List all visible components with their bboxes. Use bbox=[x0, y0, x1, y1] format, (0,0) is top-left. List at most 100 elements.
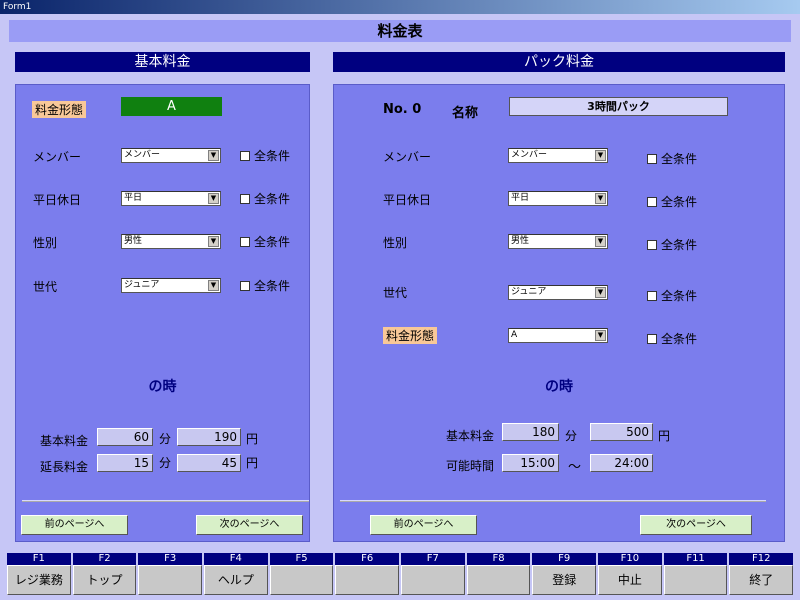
checkbox-icon[interactable] bbox=[647, 333, 657, 344]
pack-next-page-button[interactable]: 次のページへ bbox=[640, 515, 752, 535]
basic-member-all-checkbox[interactable]: 全条件 bbox=[240, 147, 290, 164]
fkey-f11-button[interactable] bbox=[663, 565, 728, 595]
pack-fee-yen-unit: 円 bbox=[658, 429, 671, 443]
page-title: 料金表 bbox=[9, 20, 791, 42]
pack-prev-page-button[interactable]: 前のページへ bbox=[370, 515, 477, 535]
pack-fee-minutes[interactable]: 180 bbox=[502, 423, 559, 441]
fkey-f11[interactable]: F11 bbox=[663, 553, 728, 598]
dropdown-arrow-icon[interactable]: ▼ bbox=[208, 150, 219, 161]
fkey-f4[interactable]: F4 ヘルプ bbox=[204, 553, 268, 598]
pack-gender-select[interactable]: 男性 ▼ bbox=[508, 234, 608, 249]
fkey-f1-button[interactable]: レジ業務 bbox=[7, 565, 71, 595]
fkey-f12[interactable]: F12 終了 bbox=[729, 553, 794, 598]
pack-pricing-type-select-value: A bbox=[511, 330, 518, 340]
pack-name-label: 名称 bbox=[452, 106, 479, 121]
basic-weekday-all-checkbox[interactable]: 全条件 bbox=[240, 190, 290, 207]
basic-fee-minutes[interactable]: 60 bbox=[97, 428, 153, 446]
dropdown-arrow-icon[interactable]: ▼ bbox=[595, 236, 606, 247]
dropdown-arrow-icon[interactable]: ▼ bbox=[595, 330, 606, 341]
basic-fee-header: 基本料金 bbox=[15, 52, 310, 72]
basic-ext-minutes[interactable]: 15 bbox=[97, 454, 153, 472]
fkey-f2-button[interactable]: トップ bbox=[72, 565, 137, 595]
fkey-f2[interactable]: F2 トップ bbox=[72, 553, 137, 598]
pack-fee-label: 基本料金 bbox=[446, 429, 495, 443]
basic-gender-select-value: 男性 bbox=[124, 236, 143, 246]
basic-generation-select-value: ジュニア bbox=[124, 280, 160, 290]
pack-time-from[interactable]: 15:00 bbox=[502, 454, 559, 472]
pack-weekday-select[interactable]: 平日 ▼ bbox=[508, 191, 608, 206]
pack-member-select[interactable]: メンバー ▼ bbox=[508, 148, 608, 163]
pack-generation-select[interactable]: ジュニア ▼ bbox=[508, 285, 608, 300]
basic-ext-yen[interactable]: 45 bbox=[177, 454, 241, 472]
pack-member-all-checkbox[interactable]: 全条件 bbox=[647, 150, 697, 167]
basic-fee-label: 基本料金 bbox=[40, 434, 89, 448]
checkbox-icon[interactable] bbox=[240, 280, 250, 291]
basic-weekday-select[interactable]: 平日 ▼ bbox=[121, 191, 221, 206]
pack-pricing-type-select[interactable]: A ▼ bbox=[508, 328, 608, 343]
fkey-f8-button[interactable] bbox=[466, 565, 531, 595]
fkey-f11-key: F11 bbox=[663, 553, 728, 565]
basic-ext-yen-unit: 円 bbox=[246, 456, 259, 470]
fkey-f10-key: F10 bbox=[598, 553, 662, 565]
dropdown-arrow-icon[interactable]: ▼ bbox=[208, 193, 219, 204]
dropdown-arrow-icon[interactable]: ▼ bbox=[595, 150, 606, 161]
basic-next-page-button[interactable]: 次のページへ bbox=[196, 515, 303, 535]
fkey-f10[interactable]: F10 中止 bbox=[598, 553, 662, 598]
fkey-f1[interactable]: F1 レジ業務 bbox=[7, 553, 71, 598]
pack-name-value[interactable]: 3時間パック bbox=[509, 97, 728, 116]
checkbox-icon[interactable] bbox=[240, 236, 250, 247]
fkey-f7[interactable]: F7 bbox=[401, 553, 465, 598]
basic-divider bbox=[22, 500, 309, 502]
pack-weekday-all-checkbox[interactable]: 全条件 bbox=[647, 193, 697, 210]
checkbox-icon[interactable] bbox=[647, 239, 657, 250]
pack-time-to[interactable]: 24:00 bbox=[590, 454, 653, 472]
fkey-f12-button[interactable]: 終了 bbox=[729, 565, 794, 595]
pack-fee-header: パック料金 bbox=[333, 52, 785, 72]
basic-weekday-all-label: 全条件 bbox=[254, 192, 291, 206]
dropdown-arrow-icon[interactable]: ▼ bbox=[595, 287, 606, 298]
checkbox-icon[interactable] bbox=[647, 153, 657, 164]
basic-gender-all-checkbox[interactable]: 全条件 bbox=[240, 233, 290, 250]
fkey-f7-button[interactable] bbox=[401, 565, 465, 595]
checkbox-icon[interactable] bbox=[240, 150, 250, 161]
fkey-f10-button[interactable]: 中止 bbox=[598, 565, 662, 595]
pack-gender-all-checkbox[interactable]: 全条件 bbox=[647, 236, 697, 253]
pack-time-label: 可能時間 bbox=[446, 459, 495, 473]
checkbox-icon[interactable] bbox=[240, 193, 250, 204]
fkey-f9[interactable]: F9 登録 bbox=[532, 553, 597, 598]
basic-when-label: の時 bbox=[148, 379, 177, 395]
pack-no-label: No. 0 bbox=[383, 102, 422, 117]
fkey-f3-button[interactable] bbox=[138, 565, 203, 595]
basic-gender-select[interactable]: 男性 ▼ bbox=[121, 234, 221, 249]
fkey-f4-button[interactable]: ヘルプ bbox=[204, 565, 268, 595]
dropdown-arrow-icon[interactable]: ▼ bbox=[208, 236, 219, 247]
pack-member-select-value: メンバー bbox=[511, 150, 548, 160]
basic-prev-page-button[interactable]: 前のページへ bbox=[21, 515, 128, 535]
pack-pricing-type-label: 料金形態 bbox=[383, 327, 438, 344]
pack-pricing-type-all-checkbox[interactable]: 全条件 bbox=[647, 330, 697, 347]
fkey-f6-button[interactable] bbox=[335, 565, 400, 595]
fkey-f5[interactable]: F5 bbox=[269, 553, 334, 598]
fkey-f9-button[interactable]: 登録 bbox=[532, 565, 597, 595]
checkbox-icon[interactable] bbox=[647, 196, 657, 207]
pack-generation-all-checkbox[interactable]: 全条件 bbox=[647, 287, 697, 304]
pack-fee-minutes-unit: 分 bbox=[565, 429, 578, 443]
fkey-f3[interactable]: F3 bbox=[138, 553, 203, 598]
basic-fee-yen[interactable]: 190 bbox=[177, 428, 241, 446]
checkbox-icon[interactable] bbox=[647, 290, 657, 301]
dropdown-arrow-icon[interactable]: ▼ bbox=[208, 280, 219, 291]
fkey-f8-key: F8 bbox=[466, 553, 531, 565]
basic-generation-all-checkbox[interactable]: 全条件 bbox=[240, 277, 290, 294]
pack-fee-yen[interactable]: 500 bbox=[590, 423, 653, 441]
fkey-f6[interactable]: F6 bbox=[335, 553, 400, 598]
basic-pricing-type-label: 料金形態 bbox=[32, 101, 87, 118]
basic-generation-select[interactable]: ジュニア ▼ bbox=[121, 278, 221, 293]
fkey-f8[interactable]: F8 bbox=[466, 553, 531, 598]
fkey-f5-button[interactable] bbox=[269, 565, 334, 595]
pack-divider bbox=[340, 500, 766, 502]
dropdown-arrow-icon[interactable]: ▼ bbox=[595, 193, 606, 204]
pack-member-all-label: 全条件 bbox=[661, 152, 698, 166]
basic-member-select[interactable]: メンバー ▼ bbox=[121, 148, 221, 163]
pack-weekday-all-label: 全条件 bbox=[661, 195, 698, 209]
fkey-f6-key: F6 bbox=[335, 553, 400, 565]
